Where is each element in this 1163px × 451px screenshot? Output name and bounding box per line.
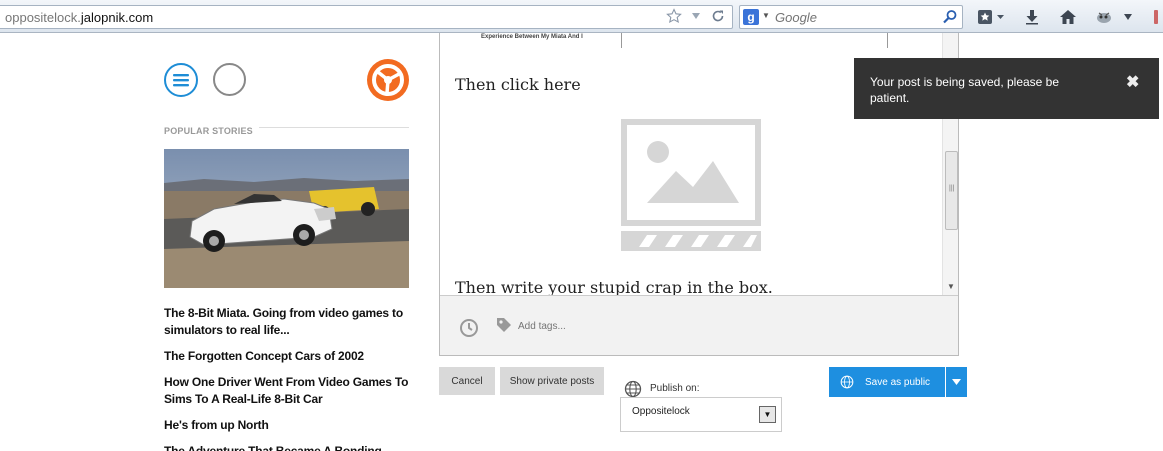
story-link[interactable]: How One Driver Went From Video Games To … [164,374,409,408]
url-bar[interactable]: oppositelock.jalopnik.com [0,5,733,29]
embedded-story-card[interactable]: The Adventure That Became A Bonding Expe… [454,33,622,48]
tag-icon [495,316,513,339]
steering-wheel-logo-icon[interactable] [366,58,410,102]
add-tags-input[interactable] [518,321,718,332]
publish-on-value: Oppositelock [632,406,690,417]
featured-story-image[interactable] [164,149,409,288]
search-engine-caret-icon[interactable]: ▼ [762,11,770,20]
download-icon[interactable] [1022,7,1042,27]
publish-on-select[interactable]: Oppositelock ▼ [620,397,782,432]
addon-icon[interactable] [1094,7,1114,27]
cancel-button[interactable]: Cancel [439,367,495,395]
browser-toolbar: oppositelock.jalopnik.com g ▼ [0,0,1163,33]
chevron-down-icon [952,379,961,385]
hamburger-icon [173,74,189,87]
story-link[interactable]: The Adventure That Became A Bonding [164,443,409,451]
save-notification-toast: Your post is being saved, please be pati… [854,58,1159,119]
home-icon[interactable] [1057,7,1079,27]
bookmarks-menu-button[interactable] [975,7,1007,27]
search-engine-icon[interactable]: g [743,9,759,25]
chevron-down-icon[interactable]: ▼ [759,406,776,423]
globe-icon [840,375,854,389]
menu-dropdown-icon[interactable] [1121,7,1135,27]
editor-paragraph[interactable]: Then write your stupid crap in the box. [455,278,773,295]
editor-footer [440,295,958,355]
story-link[interactable]: He's from up North [164,417,409,434]
popular-stories-list: The 8-Bit Miata. Going from video games … [164,305,409,451]
story-link[interactable]: The Forgotten Concept Cars of 2002 [164,348,409,365]
reload-icon[interactable] [710,8,726,24]
save-as-public-label: Save as public [865,376,931,388]
popular-stories-header: POPULAR STORIES [164,121,409,136]
toast-message: Your post is being saved, please be pati… [870,75,1060,105]
story-link[interactable]: The 8-Bit Miata. Going from video games … [164,305,409,339]
search-bar[interactable]: g ▼ [739,5,963,29]
publish-on-label: Publish on: [650,383,700,394]
embedded-story-title: The Adventure That Became A Bonding Expe… [481,34,583,40]
profile-circle-button[interactable] [213,63,246,96]
scrollbar-thumb[interactable]: ||| [945,151,958,230]
clock-icon[interactable] [459,318,479,343]
embed-border [887,33,888,48]
save-options-dropdown-button[interactable] [946,367,967,397]
history-dropdown-icon[interactable] [688,8,704,24]
bookmark-star-icon[interactable] [666,8,682,24]
close-icon[interactable]: ✖ [1126,72,1139,92]
overflow-icon[interactable] [1149,7,1163,27]
url-text[interactable]: oppositelock.jalopnik.com [5,10,153,25]
image-placeholder-icon[interactable] [621,119,761,251]
popular-stories-label: POPULAR STORIES [164,126,259,136]
grip-icon: ||| [949,185,955,192]
editor-paragraph[interactable]: Then click here [455,75,581,94]
save-as-public-button[interactable]: Save as public [829,367,945,397]
scroll-down-arrow-icon[interactable]: ▼ [947,282,955,291]
search-input[interactable] [775,10,925,25]
show-private-posts-button[interactable]: Show private posts [500,367,604,395]
search-magnifier-icon[interactable] [942,9,958,30]
hamburger-menu-button[interactable] [164,63,198,97]
